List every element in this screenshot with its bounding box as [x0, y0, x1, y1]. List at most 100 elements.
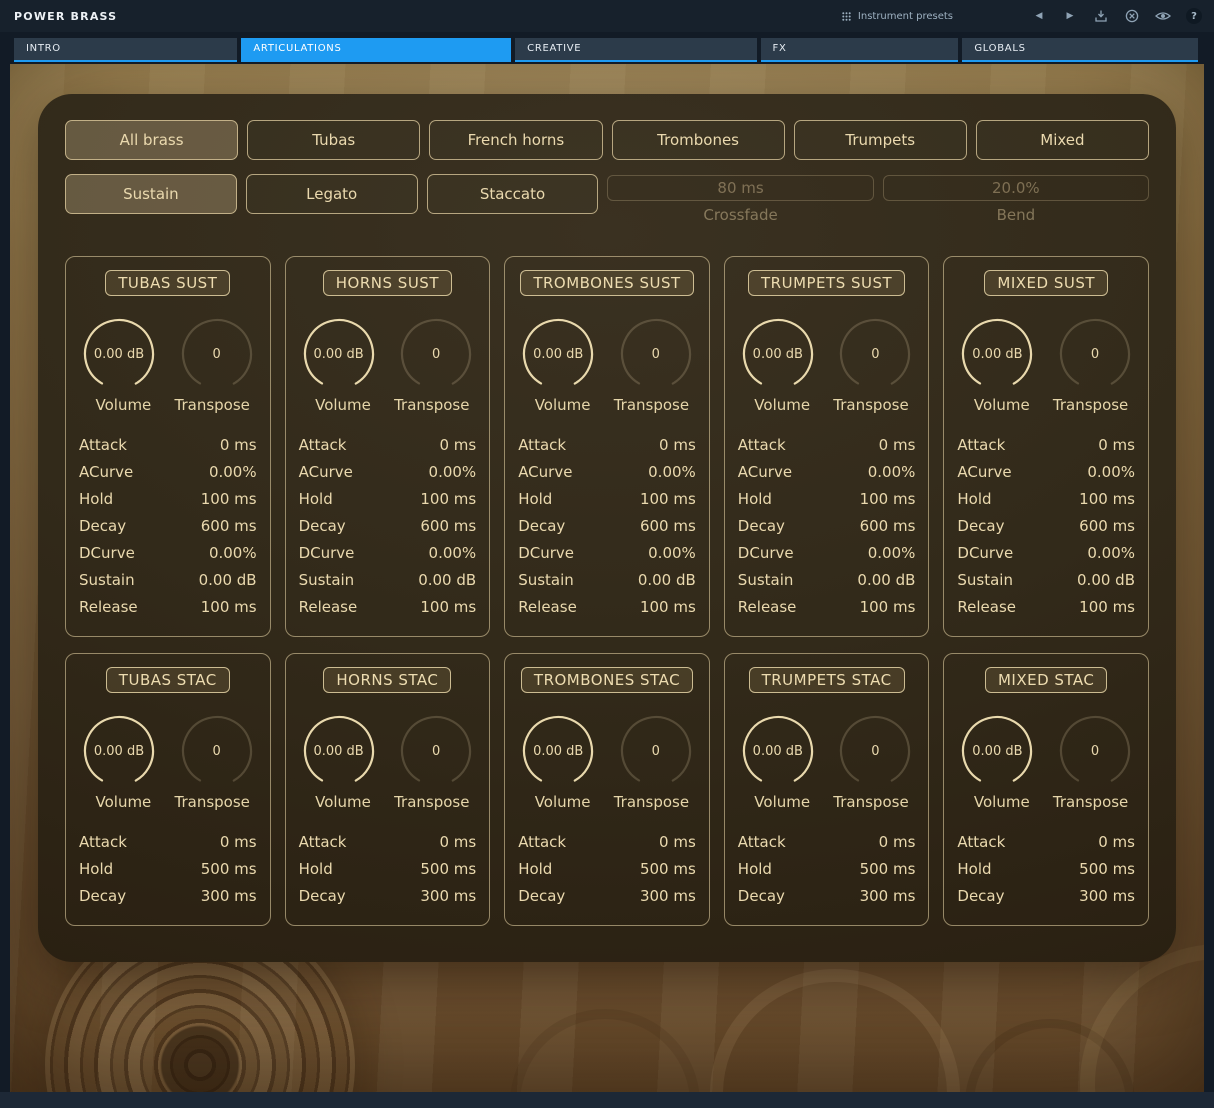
tab-fx[interactable]: FX — [761, 38, 959, 62]
param-sustain[interactable]: Sustain0.00 dB — [299, 567, 477, 594]
articulations-panel: All brassTubasFrench hornsTrombonesTrump… — [38, 94, 1176, 962]
param-decay[interactable]: Decay600 ms — [738, 513, 916, 540]
transpose-knob[interactable]: 0 — [837, 316, 913, 392]
volume-knob[interactable]: 0.00 dB — [520, 713, 596, 789]
param-sustain[interactable]: Sustain0.00 dB — [79, 567, 257, 594]
param-release[interactable]: Release100 ms — [79, 594, 257, 621]
param-attack[interactable]: Attack0 ms — [518, 432, 696, 459]
param-dcurve[interactable]: DCurve0.00% — [79, 540, 257, 567]
knob-value: 0 — [837, 316, 913, 392]
param-dcurve[interactable]: DCurve0.00% — [299, 540, 477, 567]
param-attack[interactable]: Attack0 ms — [957, 432, 1135, 459]
bend-slider[interactable]: 20.0% — [883, 175, 1149, 201]
transpose-knob[interactable]: 0 — [1057, 713, 1133, 789]
param-acurve[interactable]: ACurve0.00% — [79, 459, 257, 486]
param-hold[interactable]: Hold500 ms — [518, 856, 696, 883]
param-sustain[interactable]: Sustain0.00 dB — [738, 567, 916, 594]
transpose-knob[interactable]: 0 — [618, 316, 694, 392]
transpose-knob[interactable]: 0 — [398, 713, 474, 789]
param-decay[interactable]: Decay600 ms — [518, 513, 696, 540]
ensemble-trombones-button[interactable]: Trombones — [612, 120, 785, 160]
volume-knob[interactable]: 0.00 dB — [301, 316, 377, 392]
param-acurve[interactable]: ACurve0.00% — [738, 459, 916, 486]
param-name: DCurve — [738, 540, 794, 567]
param-attack[interactable]: Attack0 ms — [299, 829, 477, 856]
param-release[interactable]: Release100 ms — [518, 594, 696, 621]
param-hold[interactable]: Hold500 ms — [738, 856, 916, 883]
param-name: Decay — [79, 513, 126, 540]
param-attack[interactable]: Attack0 ms — [79, 829, 257, 856]
param-decay[interactable]: Decay600 ms — [957, 513, 1135, 540]
param-decay[interactable]: Decay300 ms — [738, 883, 916, 910]
ensemble-mixed-button[interactable]: Mixed — [976, 120, 1149, 160]
param-decay[interactable]: Decay300 ms — [957, 883, 1135, 910]
param-decay[interactable]: Decay300 ms — [79, 883, 257, 910]
param-decay[interactable]: Decay600 ms — [79, 513, 257, 540]
param-dcurve[interactable]: DCurve0.00% — [518, 540, 696, 567]
transpose-knob[interactable]: 0 — [398, 316, 474, 392]
card-title: MIXED STAC — [985, 667, 1107, 693]
volume-knob[interactable]: 0.00 dB — [520, 316, 596, 392]
eye-icon[interactable] — [1155, 8, 1171, 24]
param-attack[interactable]: Attack0 ms — [738, 829, 916, 856]
param-sustain[interactable]: Sustain0.00 dB — [957, 567, 1135, 594]
preset-next-icon[interactable]: ▶ — [1062, 8, 1078, 24]
crossfade-slider[interactable]: 80 ms — [607, 175, 873, 201]
param-dcurve[interactable]: DCurve0.00% — [957, 540, 1135, 567]
articulation-staccato-button[interactable]: Staccato — [427, 174, 599, 214]
volume-knob[interactable]: 0.00 dB — [740, 316, 816, 392]
transpose-knob[interactable]: 0 — [179, 713, 255, 789]
tab-intro[interactable]: INTRO — [14, 38, 237, 62]
volume-knob[interactable]: 0.00 dB — [81, 316, 157, 392]
tab-creative[interactable]: CREATIVE — [515, 38, 756, 62]
param-acurve[interactable]: ACurve0.00% — [518, 459, 696, 486]
transpose-knob[interactable]: 0 — [837, 713, 913, 789]
param-decay[interactable]: Decay300 ms — [299, 883, 477, 910]
transpose-knob[interactable]: 0 — [618, 713, 694, 789]
panic-icon[interactable] — [1124, 8, 1140, 24]
param-hold[interactable]: Hold100 ms — [738, 486, 916, 513]
volume-knob[interactable]: 0.00 dB — [959, 316, 1035, 392]
import-icon[interactable] — [1093, 8, 1109, 24]
param-hold[interactable]: Hold500 ms — [79, 856, 257, 883]
param-dcurve[interactable]: DCurve0.00% — [738, 540, 916, 567]
param-hold[interactable]: Hold500 ms — [957, 856, 1135, 883]
tab-articulations[interactable]: ARTICULATIONS — [241, 38, 511, 62]
knob-row: 0.00 dB 0 — [299, 713, 477, 789]
volume-knob[interactable]: 0.00 dB — [740, 713, 816, 789]
param-decay[interactable]: Decay300 ms — [518, 883, 696, 910]
param-hold[interactable]: Hold100 ms — [79, 486, 257, 513]
tab-globals[interactable]: GLOBALS — [962, 38, 1198, 62]
param-release[interactable]: Release100 ms — [299, 594, 477, 621]
transpose-knob[interactable]: 0 — [1057, 316, 1133, 392]
param-attack[interactable]: Attack0 ms — [79, 432, 257, 459]
ensemble-tubas-button[interactable]: Tubas — [247, 120, 420, 160]
param-sustain[interactable]: Sustain0.00 dB — [518, 567, 696, 594]
param-attack[interactable]: Attack0 ms — [957, 829, 1135, 856]
param-attack[interactable]: Attack0 ms — [299, 432, 477, 459]
articulation-sustain-button[interactable]: Sustain — [65, 174, 237, 214]
ensemble-all-brass-button[interactable]: All brass — [65, 120, 238, 160]
param-release[interactable]: Release100 ms — [738, 594, 916, 621]
volume-knob[interactable]: 0.00 dB — [81, 713, 157, 789]
param-hold[interactable]: Hold100 ms — [957, 486, 1135, 513]
preset-prev-icon[interactable]: ◀ — [1031, 8, 1047, 24]
volume-knob[interactable]: 0.00 dB — [959, 713, 1035, 789]
param-hold[interactable]: Hold500 ms — [299, 856, 477, 883]
param-acurve[interactable]: ACurve0.00% — [299, 459, 477, 486]
instrument-presets-button[interactable]: Instrument presets — [842, 11, 953, 22]
ensemble-french-horns-button[interactable]: French horns — [429, 120, 602, 160]
transpose-knob[interactable]: 0 — [179, 316, 255, 392]
param-hold[interactable]: Hold100 ms — [518, 486, 696, 513]
app-title: POWER BRASS — [14, 10, 117, 23]
ensemble-trumpets-button[interactable]: Trumpets — [794, 120, 967, 160]
help-icon[interactable]: ? — [1186, 8, 1202, 24]
param-release[interactable]: Release100 ms — [957, 594, 1135, 621]
param-decay[interactable]: Decay600 ms — [299, 513, 477, 540]
volume-knob[interactable]: 0.00 dB — [301, 713, 377, 789]
param-hold[interactable]: Hold100 ms — [299, 486, 477, 513]
param-acurve[interactable]: ACurve0.00% — [957, 459, 1135, 486]
param-attack[interactable]: Attack0 ms — [738, 432, 916, 459]
param-attack[interactable]: Attack0 ms — [518, 829, 696, 856]
articulation-legato-button[interactable]: Legato — [246, 174, 418, 214]
